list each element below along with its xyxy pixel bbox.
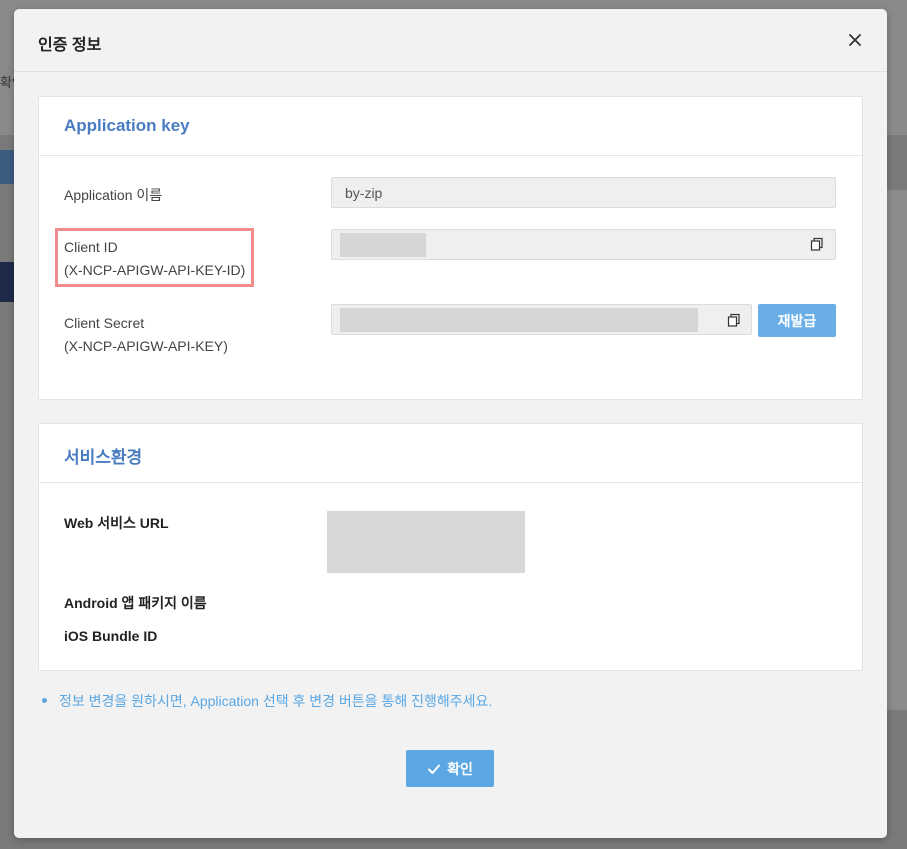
close-icon[interactable]	[846, 31, 864, 49]
confirm-label: 확인	[447, 760, 473, 777]
web-url-label: Web 서비스 URL	[64, 515, 169, 531]
client-secret-field[interactable]	[331, 304, 752, 335]
client-id-label-line1: Client ID	[64, 239, 118, 255]
auth-info-modal: 인증 정보 Application key Application 이름 by-…	[14, 9, 887, 838]
client-id-field[interactable]	[331, 229, 836, 260]
web-url-redacted	[327, 511, 525, 573]
client-id-redacted	[340, 233, 426, 257]
app-name-label: Application 이름	[64, 187, 163, 203]
info-note: 정보 변경을 원하시면, Application 선택 후 변경 버튼을 통해 …	[42, 691, 492, 711]
android-package-label: Android 앱 패키지 이름	[64, 595, 207, 611]
confirm-button[interactable]: 확인	[406, 750, 494, 787]
background-panel	[887, 190, 907, 710]
bullet-icon	[42, 697, 47, 703]
application-key-title: Application key	[39, 97, 862, 156]
service-environment-title: 서비스환경	[39, 424, 862, 483]
client-secret-label-line1: Client Secret	[64, 315, 145, 331]
check-icon	[428, 764, 441, 774]
app-name-field[interactable]: by-zip	[331, 177, 836, 208]
reissue-button[interactable]: 재발급	[758, 304, 836, 337]
client-secret-redacted	[340, 308, 698, 332]
modal-title: 인증 정보	[38, 37, 102, 54]
modal-header: 인증 정보	[14, 9, 887, 72]
client-id-label-line2: (X-NCP-APIGW-API-KEY-ID)	[64, 262, 246, 278]
copy-icon[interactable]	[727, 313, 741, 327]
background-nav	[0, 262, 14, 302]
client-secret-label-line2: (X-NCP-APIGW-API-KEY)	[64, 338, 228, 354]
background-tab	[0, 150, 14, 184]
client-id-label: Client ID (X-NCP-APIGW-API-KEY-ID)	[64, 236, 245, 282]
copy-icon[interactable]	[810, 237, 824, 251]
client-secret-label: Client Secret (X-NCP-APIGW-API-KEY)	[64, 312, 228, 358]
service-environment-card: 서비스환경 Web 서비스 URL Android 앱 패키지 이름 iOS B…	[38, 423, 863, 671]
ios-bundle-label: iOS Bundle ID	[64, 628, 158, 644]
info-note-text: 정보 변경을 원하시면, Application 선택 후 변경 버튼을 통해 …	[59, 693, 493, 709]
application-key-card: Application key Application 이름 by-zip Cl…	[38, 96, 863, 400]
